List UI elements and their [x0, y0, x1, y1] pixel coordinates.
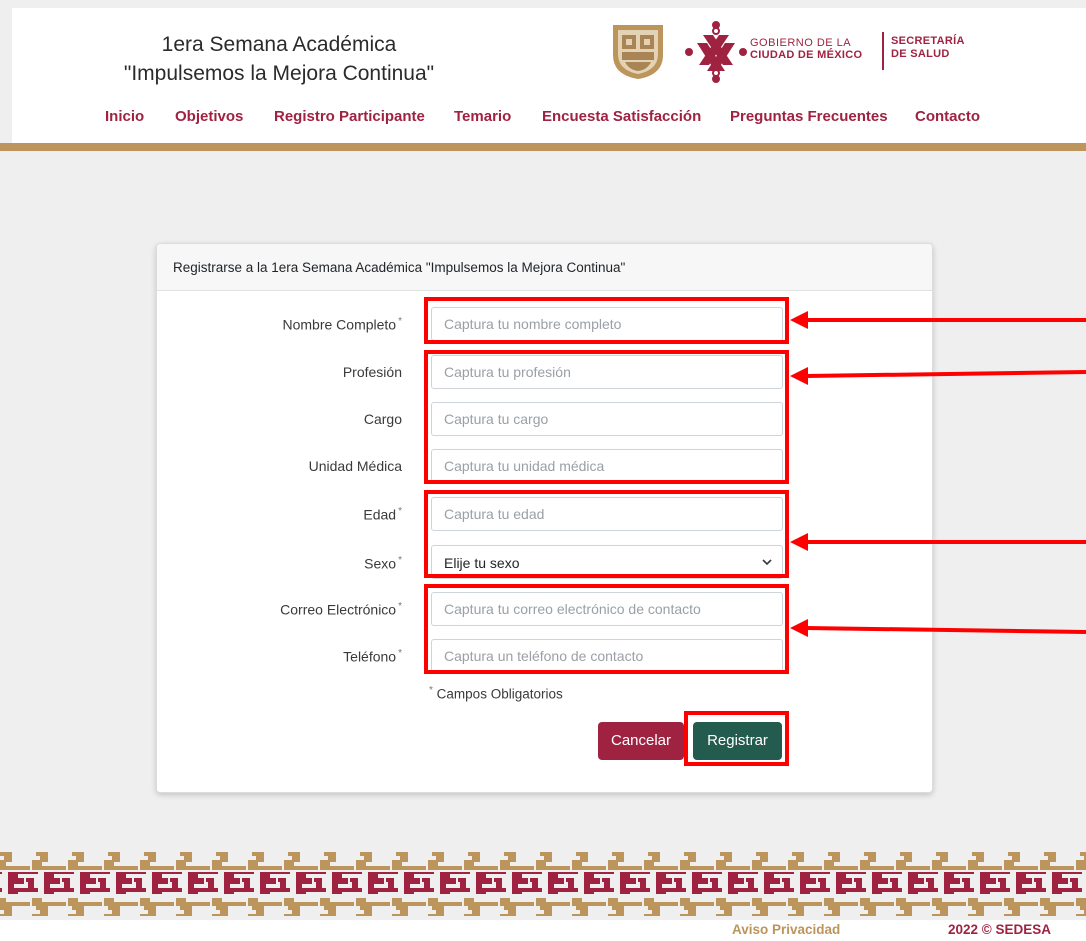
chevron-down-icon [762, 559, 772, 566]
cdmx-logo-icon [685, 21, 747, 83]
label-telefono: Teléfono * [343, 648, 402, 665]
label-text: Correo Electrónico [280, 601, 397, 618]
registration-card: Registrarse a la 1era Semana Académica "… [156, 243, 933, 793]
gobierno-line2: CIUDAD DE MÉXICO [750, 49, 863, 61]
label-text: Teléfono [343, 648, 397, 665]
nav-encuesta-satisfaccion[interactable]: Encuesta Satisfacción [542, 108, 701, 125]
site-title: 1era Semana Académica "Impulsemos la Mej… [104, 30, 454, 88]
site-title-line1: 1era Semana Académica [161, 33, 397, 56]
telefono-input[interactable] [431, 639, 783, 673]
label-text: Edad [363, 506, 397, 523]
copyright-text: 2022 © SEDESA [948, 922, 1051, 937]
cancel-button[interactable]: Cancelar [598, 722, 684, 760]
label-correo-electronico: Correo Electrónico * [280, 601, 402, 618]
required-fields-note: * Campos Obligatorios [429, 685, 563, 702]
required-note-text: Campos Obligatorios [436, 686, 563, 702]
secretaria-line1: SECRETARÍA [891, 35, 965, 47]
nombre-completo-input[interactable] [431, 307, 783, 341]
label-unidad-medica: Unidad Médica [309, 458, 402, 474]
coat-of-arms-icon [613, 25, 663, 79]
sexo-select-value: Elije tu sexo [444, 555, 520, 571]
gobierno-line1: GOBIERNO DE LA [750, 37, 852, 49]
required-asterisk: * [398, 506, 402, 517]
gobierno-cdmx-text: GOBIERNO DE LA CIUDAD DE MÉXICO [750, 37, 862, 61]
nav-inicio[interactable]: Inicio [105, 108, 144, 125]
nav-preguntas-frecuentes[interactable]: Preguntas Frecuentes [730, 108, 888, 125]
required-asterisk: * [398, 648, 402, 659]
label-text: Nombre Completo [282, 316, 397, 333]
label-sexo: Sexo * [364, 555, 402, 572]
header-divider [882, 32, 884, 70]
aviso-privacidad-link[interactable]: Aviso Privacidad [732, 922, 840, 937]
card-title: Registrarse a la 1era Semana Académica "… [173, 260, 626, 275]
required-asterisk: * [398, 555, 402, 566]
cargo-input[interactable] [431, 402, 783, 436]
label-text: Sexo [364, 555, 397, 572]
unidad-medica-input[interactable] [431, 449, 783, 483]
label-nombre-completo: Nombre Completo * [282, 316, 402, 333]
footer-fret-pattern [0, 852, 1086, 916]
label-text: Unidad Médica [308, 458, 402, 474]
edad-input[interactable] [431, 497, 783, 531]
required-asterisk: * [429, 685, 433, 696]
secretaria-line2: DE SALUD [891, 48, 950, 60]
required-asterisk: * [398, 316, 402, 327]
sexo-select[interactable]: Elije tu sexo [431, 545, 783, 579]
nav-registro-participante[interactable]: Registro Participante [274, 108, 425, 125]
label-text: Profesión [342, 364, 402, 380]
secretaria-salud-text: SECRETARÍA DE SALUD [891, 35, 965, 61]
nav-objetivos[interactable]: Objetivos [175, 108, 243, 125]
nav-temario[interactable]: Temario [454, 108, 511, 125]
label-profesion: Profesión [343, 364, 402, 380]
profesion-input[interactable] [431, 355, 783, 389]
label-text: Cargo [363, 411, 402, 427]
footer-bar: Aviso Privacidad 2022 © SEDESA [0, 920, 1086, 941]
header-gold-band [0, 143, 1086, 151]
correo-electronico-input[interactable] [431, 592, 783, 626]
card-header: Registrarse a la 1era Semana Académica "… [157, 244, 932, 291]
required-asterisk: * [398, 601, 402, 612]
label-cargo: Cargo [364, 411, 402, 427]
label-edad: Edad * [363, 506, 402, 523]
site-title-line2: "Impulsemos la Mejora Continua" [123, 62, 435, 85]
register-button[interactable]: Registrar [693, 722, 782, 760]
nav-contacto[interactable]: Contacto [915, 108, 980, 125]
site-header: 1era Semana Académica "Impulsemos la Mej… [12, 8, 1086, 144]
